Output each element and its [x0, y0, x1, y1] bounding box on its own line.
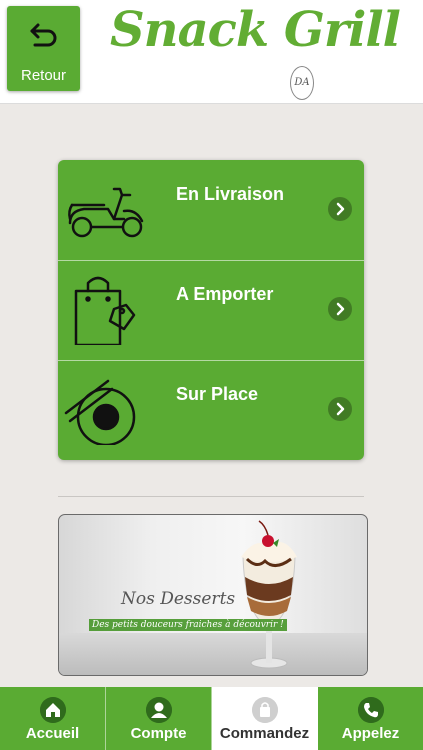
user-icon — [146, 697, 172, 723]
shopping-bag-icon — [74, 276, 136, 345]
tab-label: Accueil — [25, 725, 80, 742]
banner-title: Nos Desserts — [121, 589, 236, 609]
chevron-right-icon — [328, 197, 352, 221]
back-arrow-icon — [30, 23, 57, 47]
logo-badge: DA — [290, 66, 314, 100]
tab-label: Commandez — [219, 725, 310, 742]
tab-label: Compte — [130, 725, 187, 742]
bag-icon — [252, 697, 278, 723]
menu-item-dine-in[interactable]: Sur Place — [58, 360, 364, 460]
menu-item-delivery[interactable]: En Livraison — [58, 160, 364, 261]
home-icon — [40, 697, 66, 723]
app-logo: Snack Grill — [110, 2, 401, 58]
plate-chopsticks-icon — [64, 379, 136, 445]
tab-label: Appelez — [341, 725, 400, 742]
back-button[interactable]: Retour — [7, 6, 80, 91]
desserts-banner[interactable]: Nos Desserts Des petits douceurs fraiche… — [58, 514, 368, 676]
chevron-right-icon — [328, 297, 352, 321]
menu-item-label: En Livraison — [176, 184, 285, 204]
tab-call[interactable]: Appelez — [318, 687, 423, 750]
bottom-tab-bar: Accueil Compte Commandez Appelez — [0, 687, 423, 750]
chevron-right-icon — [328, 397, 352, 421]
app-header: Retour Snack Grill DA — [0, 0, 423, 104]
menu-item-takeaway[interactable]: A Emporter — [58, 260, 364, 361]
section-divider — [58, 496, 364, 497]
dessert-image — [241, 520, 297, 669]
tab-order[interactable]: Commandez — [212, 687, 318, 750]
banner-floor — [59, 633, 367, 675]
tab-account[interactable]: Compte — [106, 687, 212, 750]
menu-item-label: A Emporter — [176, 284, 274, 304]
tab-home[interactable]: Accueil — [0, 687, 106, 750]
menu-item-label: Sur Place — [176, 384, 259, 404]
scooter-icon — [68, 187, 144, 238]
banner-subtitle: Des petits douceurs fraiches à découvrir… — [89, 619, 287, 631]
order-mode-menu: En Livraison A Emporter Sur Place — [58, 160, 364, 460]
phone-icon — [358, 697, 384, 723]
back-button-label: Retour — [20, 67, 67, 84]
